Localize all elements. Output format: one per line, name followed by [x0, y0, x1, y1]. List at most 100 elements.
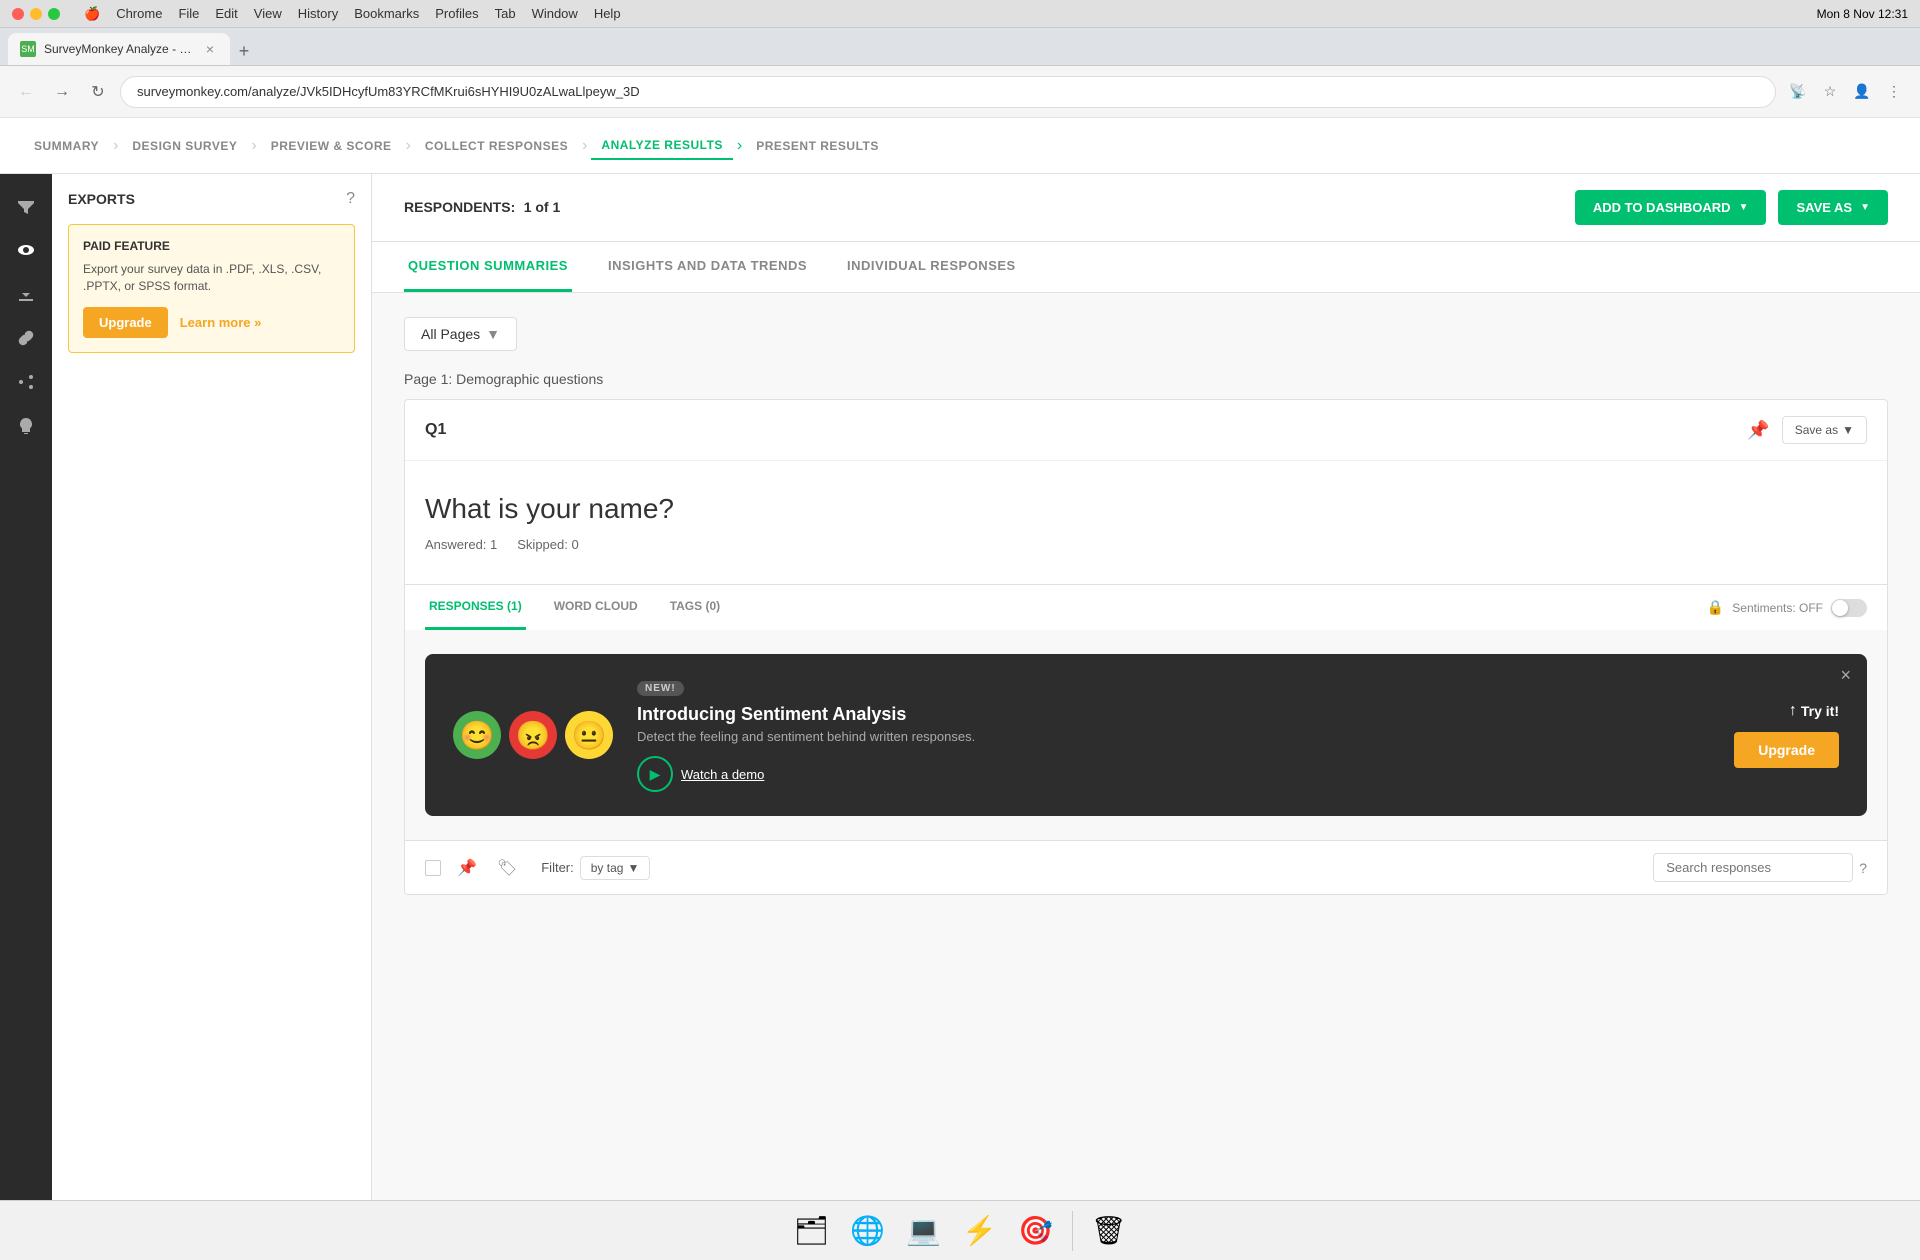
exports-title: EXPORTS: [68, 191, 135, 207]
back-btn[interactable]: ←: [12, 78, 40, 106]
question-save-as-arrow-icon: ▼: [1842, 423, 1854, 437]
chrome-tab-bar: SM SurveyMonkey Analyze - Page... × +: [0, 28, 1920, 66]
watch-demo-label[interactable]: Watch a demo: [681, 767, 764, 782]
save-as-arrow-icon: ▼: [1860, 202, 1870, 213]
sidebar-bulb-icon[interactable]: [6, 406, 46, 446]
question-save-as-btn[interactable]: Save as ▼: [1782, 416, 1867, 444]
tab-question-summaries[interactable]: QUESTION SUMMARIES: [404, 242, 572, 292]
window-controls[interactable]: [12, 8, 60, 20]
forward-btn[interactable]: →: [48, 78, 76, 106]
dock-finder[interactable]: 🗂: [788, 1207, 836, 1255]
new-tab-btn[interactable]: +: [230, 37, 258, 65]
menu-view[interactable]: View: [254, 6, 282, 21]
bookmark-response-icon[interactable]: 📌: [453, 854, 481, 882]
mac-time: Mon 8 Nov 12:31: [1817, 7, 1908, 21]
sentiment-analysis-popup: × 😊 😠 😐 NEW! Introducing Sentiment Analy: [425, 654, 1867, 816]
address-input[interactable]: [120, 76, 1776, 108]
app-container: SUMMARY › DESIGN SURVEY › PREVIEW & SCOR…: [0, 118, 1920, 1200]
watch-demo-link[interactable]: ▶ Watch a demo: [637, 756, 1710, 792]
dock-chrome[interactable]: 🌐: [844, 1207, 892, 1255]
by-tag-dropdown[interactable]: by tag ▼: [580, 856, 651, 880]
sentiments-control: 🔒 Sentiments: OFF: [1707, 599, 1867, 617]
incognito-icon[interactable]: 👤: [1848, 78, 1876, 106]
sentiments-toggle[interactable]: [1831, 599, 1867, 617]
nav-preview-score[interactable]: PREVIEW & SCORE: [261, 133, 402, 159]
skipped-stat: Skipped: 0: [517, 537, 578, 552]
dock-bolt[interactable]: ⚡: [956, 1207, 1004, 1255]
select-all-checkbox[interactable]: [425, 860, 441, 876]
more-options-icon[interactable]: ⋮: [1880, 78, 1908, 106]
browser-tab-active[interactable]: SM SurveyMonkey Analyze - Page... ×: [8, 33, 230, 65]
minimize-window-btn[interactable]: [30, 8, 42, 20]
question-card-q1: Q1 📌 Save as ▼ What is your name?: [404, 399, 1888, 895]
popup-actions: ↑ Try it! Upgrade: [1734, 702, 1839, 768]
tab-individual-responses[interactable]: INDIVIDUAL RESPONSES: [843, 242, 1020, 292]
question-text: What is your name?: [425, 493, 1867, 525]
sidebar-link-icon[interactable]: [6, 318, 46, 358]
tag-response-icon[interactable]: 🏷: [493, 854, 521, 882]
sidebar-download-icon[interactable]: [6, 274, 46, 314]
add-to-dashboard-btn[interactable]: ADD TO DASHBOARD ▼: [1575, 190, 1767, 225]
paid-feature-title: PAID FEATURE: [83, 239, 340, 253]
learn-more-link[interactable]: Learn more »: [180, 315, 262, 330]
page-filter-label: All Pages: [421, 326, 480, 342]
maximize-window-btn[interactable]: [48, 8, 60, 20]
nav-arrow-3: ›: [582, 137, 587, 155]
menu-chrome[interactable]: Chrome: [116, 6, 162, 21]
page-label: Page 1: Demographic questions: [404, 371, 1888, 387]
question-stats: Answered: 1 Skipped: 0: [425, 537, 1867, 552]
question-header: Q1 📌 Save as ▼: [405, 400, 1887, 461]
popup-upgrade-btn[interactable]: Upgrade: [1734, 732, 1839, 768]
nav-arrow-4: ›: [737, 137, 742, 155]
content-header: RESPONDENTS: 1 of 1 ADD TO DASHBOARD ▼ S…: [372, 174, 1920, 242]
angry-emoji: 😠: [509, 711, 557, 759]
try-it-label: ↑ Try it!: [1789, 702, 1839, 720]
menu-profiles[interactable]: Profiles: [435, 6, 478, 21]
menu-history[interactable]: History: [298, 6, 338, 21]
menu-file[interactable]: File: [178, 6, 199, 21]
tab-close-btn[interactable]: ×: [202, 41, 218, 57]
respondents-value: 1 of 1: [524, 199, 561, 215]
exports-panel: EXPORTS ? PAID FEATURE Export your surve…: [52, 174, 372, 1200]
tab-responses[interactable]: RESPONSES (1): [425, 585, 526, 630]
nav-collect-responses[interactable]: COLLECT RESPONSES: [415, 133, 578, 159]
nav-summary[interactable]: SUMMARY: [24, 133, 109, 159]
tab-insights-data-trends[interactable]: INSIGHTS AND DATA TRENDS: [604, 242, 811, 292]
search-help-icon[interactable]: ?: [1859, 860, 1867, 876]
dock-trash[interactable]: 🗑: [1085, 1207, 1133, 1255]
popup-close-btn[interactable]: ×: [1840, 666, 1851, 684]
menu-apple[interactable]: 🍎: [84, 6, 100, 22]
top-nav: SUMMARY › DESIGN SURVEY › PREVIEW & SCOR…: [0, 118, 1920, 174]
dock-terminal[interactable]: 💻: [900, 1207, 948, 1255]
menu-bookmarks[interactable]: Bookmarks: [354, 6, 419, 21]
sidebar-eye-icon[interactable]: [6, 230, 46, 270]
upgrade-button[interactable]: Upgrade: [83, 307, 168, 338]
menu-tab[interactable]: Tab: [495, 6, 516, 21]
tab-word-cloud[interactable]: WORD CLOUD: [550, 585, 642, 630]
sidebar-filter-icon[interactable]: [6, 186, 46, 226]
paid-feature-desc: Export your survey data in .PDF, .XLS, .…: [83, 261, 340, 295]
toggle-knob: [1832, 600, 1848, 616]
close-window-btn[interactable]: [12, 8, 24, 20]
bottom-toolbar: 📌 🏷 Filter: by tag ▼ ?: [405, 840, 1887, 894]
add-dashboard-arrow-icon: ▼: [1739, 202, 1749, 213]
search-responses-input[interactable]: [1653, 853, 1853, 882]
save-as-btn[interactable]: SAVE AS ▼: [1778, 190, 1888, 225]
nav-present-results[interactable]: PRESENT RESULTS: [746, 133, 889, 159]
cast-icon[interactable]: 📡: [1784, 78, 1812, 106]
nav-design-survey[interactable]: DESIGN SURVEY: [122, 133, 247, 159]
page-filter-dropdown[interactable]: All Pages ▼: [404, 317, 517, 351]
dock-apps1[interactable]: 🎯: [1012, 1207, 1060, 1255]
sidebar-share-icon[interactable]: [6, 362, 46, 402]
popup-description: Detect the feeling and sentiment behind …: [637, 729, 1710, 744]
content-wrapper: EXPORTS ? PAID FEATURE Export your surve…: [0, 174, 1920, 1200]
reload-btn[interactable]: ↻: [84, 78, 112, 106]
exports-help-icon[interactable]: ?: [346, 190, 355, 208]
menu-window[interactable]: Window: [532, 6, 578, 21]
pin-icon[interactable]: 📌: [1747, 420, 1769, 441]
bookmark-icon[interactable]: ☆: [1816, 78, 1844, 106]
menu-help[interactable]: Help: [594, 6, 621, 21]
menu-edit[interactable]: Edit: [215, 6, 237, 21]
nav-analyze-results[interactable]: ANALYZE RESULTS: [591, 132, 733, 160]
tab-tags[interactable]: TAGS (0): [666, 585, 724, 630]
